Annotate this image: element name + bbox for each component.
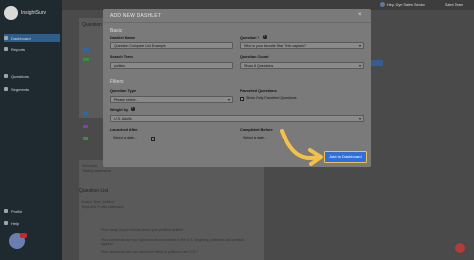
- tutorial-arrow-icon: [280, 129, 323, 166]
